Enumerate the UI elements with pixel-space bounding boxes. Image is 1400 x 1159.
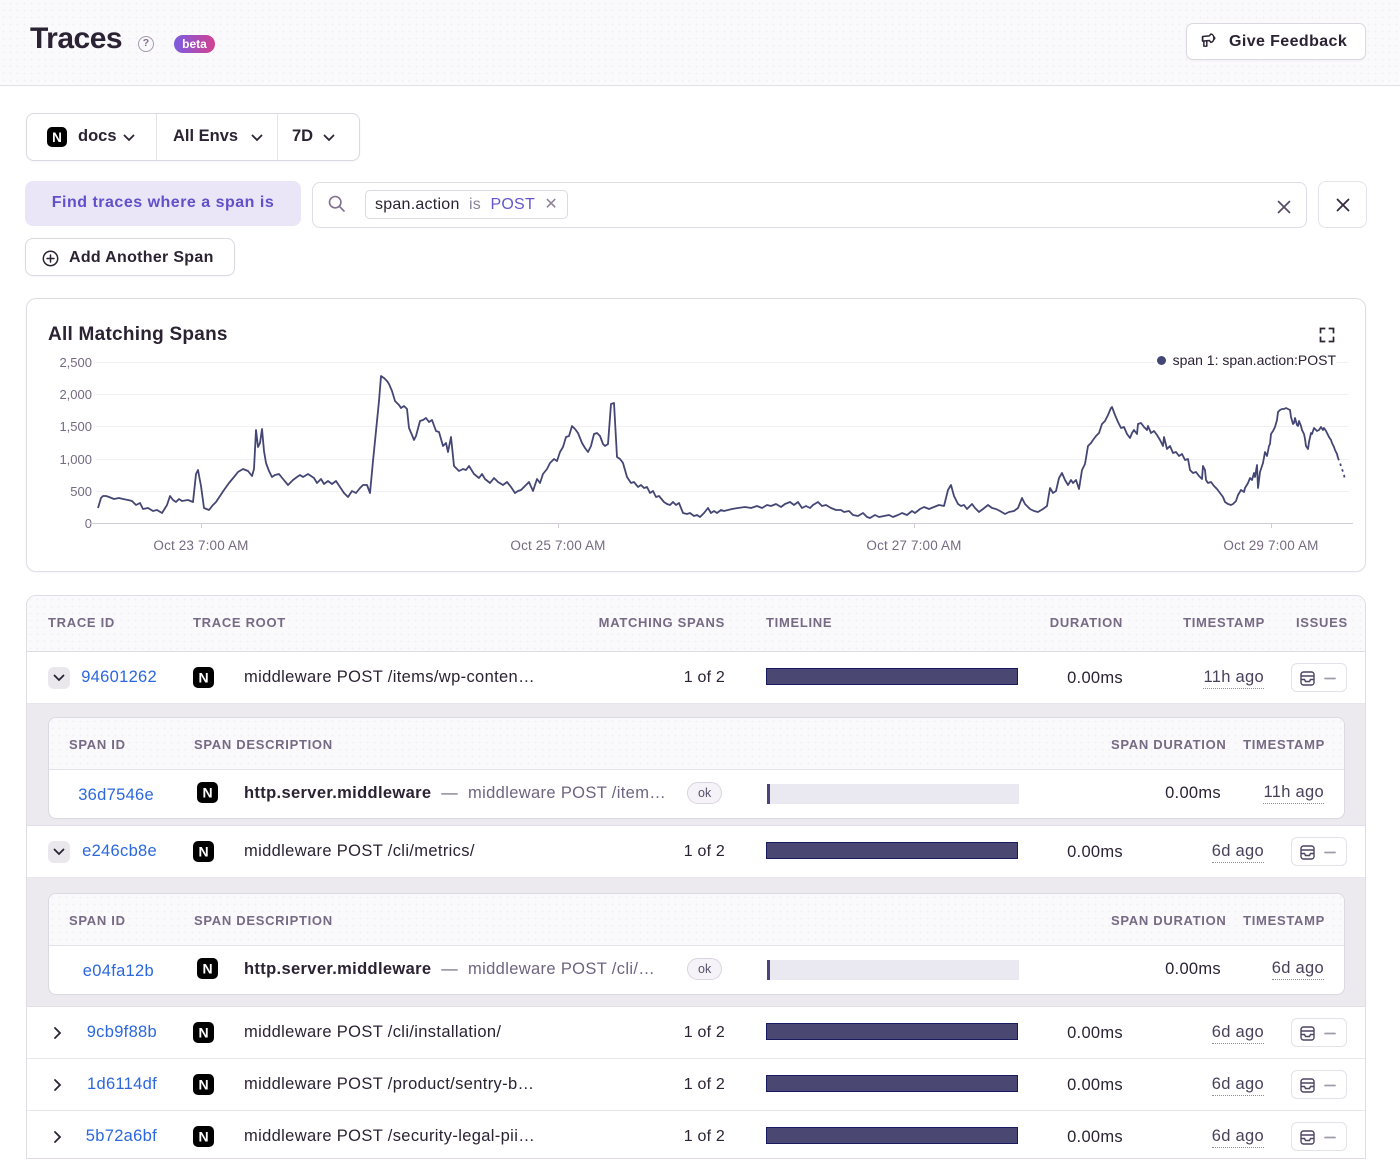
svg-text:N: N xyxy=(52,130,62,145)
svg-text:N: N xyxy=(202,785,212,801)
svg-text:N: N xyxy=(198,1077,208,1093)
svg-text:N: N xyxy=(198,1025,208,1041)
svg-text:N: N xyxy=(202,961,212,977)
svg-text:N: N xyxy=(198,670,208,686)
svg-text:N: N xyxy=(198,844,208,860)
svg-text:N: N xyxy=(198,1129,208,1145)
